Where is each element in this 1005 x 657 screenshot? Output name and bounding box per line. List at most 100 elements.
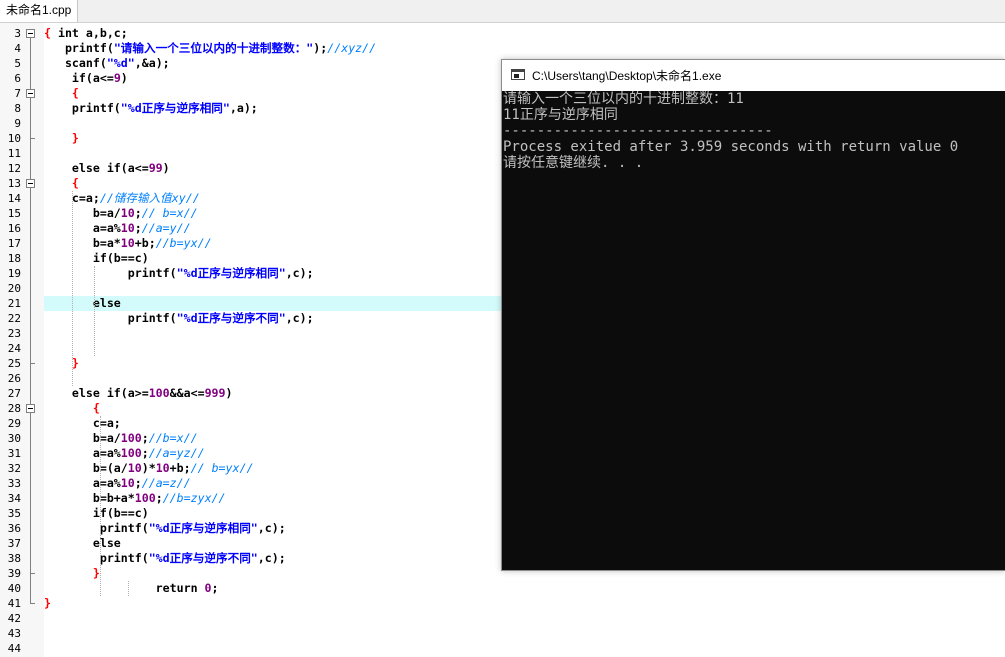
code-line[interactable] (44, 626, 1005, 641)
code-token: "%d" (106, 56, 135, 70)
code-token: a=a% (44, 221, 121, 235)
code-token: ); (313, 41, 328, 55)
code-token: ,a); (229, 101, 258, 115)
code-token: printf( (44, 311, 177, 325)
code-token: ; (211, 581, 219, 595)
tab-file[interactable]: 未命名1.cpp (0, 0, 79, 22)
fold-toggle-icon[interactable] (26, 89, 35, 98)
line-number: 24 (7, 342, 21, 355)
code-token: b=a/ (44, 431, 121, 445)
code-token: 10 (120, 476, 135, 490)
line-number: 13 (7, 177, 21, 190)
code-token: { (44, 176, 79, 190)
line-number: 8 (14, 102, 21, 115)
code-token: //xyz// (327, 41, 377, 55)
code-token: "%d正序与逆序不同" (148, 551, 258, 565)
line-number: 38 (7, 552, 21, 565)
code-line[interactable]: { int a,b,c; (44, 26, 1005, 41)
code-token: // b=yx// (190, 461, 254, 475)
line-number: 43 (7, 627, 21, 640)
code-token: b=a* (44, 236, 121, 250)
code-token: } (44, 131, 79, 145)
code-token: int a,b,c; (57, 26, 128, 40)
code-token: 100 (134, 491, 156, 505)
code-token: { (44, 86, 79, 100)
fold-end-mark (30, 363, 35, 364)
line-number: 9 (14, 117, 21, 130)
line-number: 16 (7, 222, 21, 235)
code-token: ,c); (285, 311, 314, 325)
fold-toggle-icon[interactable] (26, 29, 35, 38)
code-token: scanf( (44, 56, 107, 70)
code-token: ,c); (257, 521, 286, 535)
console-title-bar[interactable]: C:\Users\tang\Desktop\未命名1.exe (502, 60, 1005, 91)
line-number: 42 (7, 612, 21, 625)
line-number: 41 (7, 597, 21, 610)
indent-guide (94, 266, 95, 356)
code-token: ,c); (257, 551, 286, 565)
console-output[interactable]: 请输入一个三位以内的十进制整数：11 11正序与逆序相同 -------------… (502, 91, 1005, 570)
line-number: 35 (7, 507, 21, 520)
line-number: 32 (7, 462, 21, 475)
indent-guide (72, 191, 73, 386)
line-number: 30 (7, 432, 21, 445)
code-token: 10 (120, 236, 135, 250)
console-line: Process exited after 3.959 seconds with … (503, 139, 959, 155)
code-line[interactable]: } (44, 596, 1005, 611)
code-line[interactable]: return 0; (44, 581, 1005, 596)
line-number: 44 (7, 642, 21, 655)
code-token: else if(a>= (44, 386, 149, 400)
code-token: +b; (134, 236, 156, 250)
code-token: // b=x// (141, 206, 198, 220)
code-token: printf( (44, 551, 149, 565)
code-token: "%d正序与逆序相同" (176, 266, 286, 280)
code-token: "%d正序与逆序相同" (148, 521, 258, 535)
line-number: 14 (7, 192, 21, 205)
code-line[interactable] (44, 611, 1005, 626)
code-token: &&a<= (169, 386, 205, 400)
code-token: b=a/ (44, 206, 121, 220)
line-number: 12 (7, 162, 21, 175)
code-token: 10 (120, 206, 135, 220)
fold-toggle-icon[interactable] (26, 179, 35, 188)
line-number: 26 (7, 372, 21, 385)
console-window[interactable]: C:\Users\tang\Desktop\未命名1.exe 请输入一个三位以内… (501, 59, 1005, 571)
code-token: //b=zyx// (162, 491, 226, 505)
code-token: 10 (127, 461, 142, 475)
code-line[interactable] (44, 641, 1005, 656)
code-line[interactable]: printf("请输入一个三位以内的十进制整数：");//xyz// (44, 41, 1005, 56)
code-token: c=a; (44, 416, 121, 430)
code-token: { (44, 26, 58, 40)
code-token: else if(a<= (44, 161, 149, 175)
line-number: 17 (7, 237, 21, 250)
code-token: 99 (148, 161, 163, 175)
console-line: 请输入一个三位以内的十进制整数：11 (503, 91, 744, 107)
code-token: if(b==c) (44, 251, 149, 265)
line-number: 4 (14, 42, 21, 55)
code-token: ; (134, 221, 142, 235)
code-token: //储存输入值xy// (99, 191, 200, 205)
code-token: return (44, 581, 205, 595)
line-number: 11 (7, 147, 21, 160)
code-token: "%d正序与逆序相同" (120, 101, 230, 115)
fold-end-mark (30, 138, 35, 139)
code-token: +b; (169, 461, 191, 475)
line-number: 39 (7, 567, 21, 580)
line-number: 29 (7, 417, 21, 430)
line-number: 36 (7, 522, 21, 535)
fold-end-mark (30, 603, 35, 604)
code-token: 9 (113, 71, 121, 85)
code-token: if(a<= (44, 71, 114, 85)
code-token: //a=z// (141, 476, 191, 490)
code-token: printf( (44, 101, 121, 115)
line-number: 5 (14, 57, 21, 70)
code-token: //a=yz// (148, 446, 205, 460)
code-token: printf( (44, 41, 114, 55)
line-number: 20 (7, 282, 21, 295)
fold-toggle-icon[interactable] (26, 404, 35, 413)
line-number: 28 (7, 402, 21, 415)
line-number: 34 (7, 492, 21, 505)
code-token: printf( (44, 266, 177, 280)
code-token: else (44, 296, 121, 310)
code-token: 100 (148, 386, 170, 400)
